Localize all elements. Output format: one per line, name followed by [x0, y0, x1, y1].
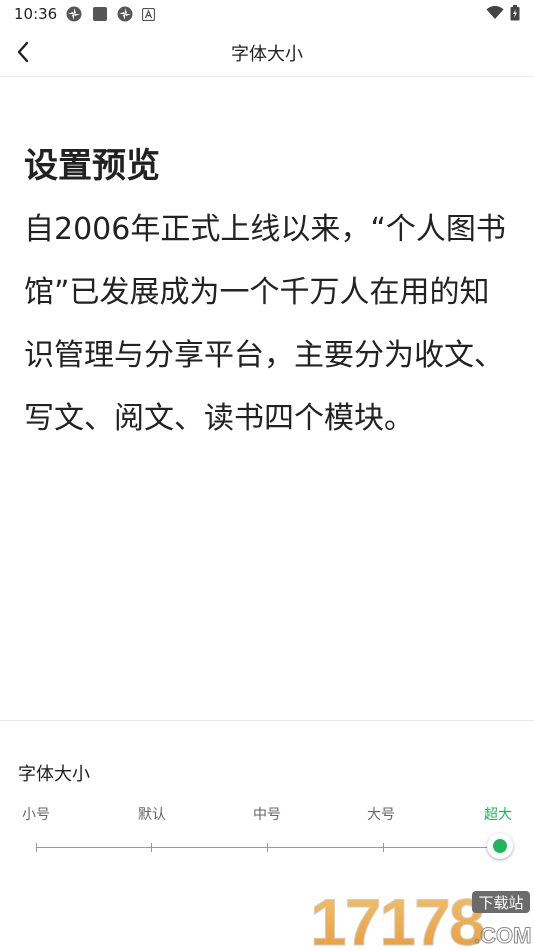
status-time: 10:36: [14, 5, 58, 23]
battery-charging-icon: [510, 5, 520, 21]
wifi-icon: [486, 6, 504, 19]
pinwheel-icon: [117, 6, 133, 22]
watermark-number: 17178: [310, 885, 484, 949]
font-size-option-medium[interactable]: 中号: [253, 804, 281, 824]
font-size-option-default[interactable]: 默认: [138, 804, 166, 824]
font-size-slider-thumb[interactable]: [487, 833, 513, 859]
pinwheel-icon: [66, 6, 82, 22]
status-bar: 10:36: [0, 0, 534, 28]
font-size-panel-label: 字体大小: [18, 764, 90, 785]
font-size-option-small[interactable]: 小号: [22, 804, 50, 824]
a-badge-icon: [142, 8, 155, 21]
panel-divider: [0, 720, 534, 721]
watermark-domain: .COM: [474, 923, 531, 948]
square-app-icon: [93, 7, 107, 21]
page-title: 字体大小: [231, 44, 303, 65]
slider-tick: [267, 843, 268, 852]
site-watermark-logo: 17178 下载站 .COM: [310, 885, 532, 949]
top-bar: 字体大小: [0, 28, 534, 77]
status-right-icons: [486, 5, 520, 21]
font-size-slider-track[interactable]: [36, 847, 500, 848]
watermark-suffix: 下载站: [478, 894, 523, 912]
slider-tick: [383, 843, 384, 852]
preview-body-text: 自2006年正式上线以来，“个人图书馆”已发展成为一个千万人在用的知识管理与分享…: [24, 212, 506, 436]
font-size-options: 小号 默认 中号 大号 超大: [0, 804, 534, 824]
slider-tick: [36, 843, 37, 852]
preview-heading: 设置预览: [24, 146, 160, 186]
font-size-option-extra-large[interactable]: 超大: [484, 804, 512, 824]
slider-tick: [151, 843, 152, 852]
font-size-option-large[interactable]: 大号: [367, 804, 395, 824]
